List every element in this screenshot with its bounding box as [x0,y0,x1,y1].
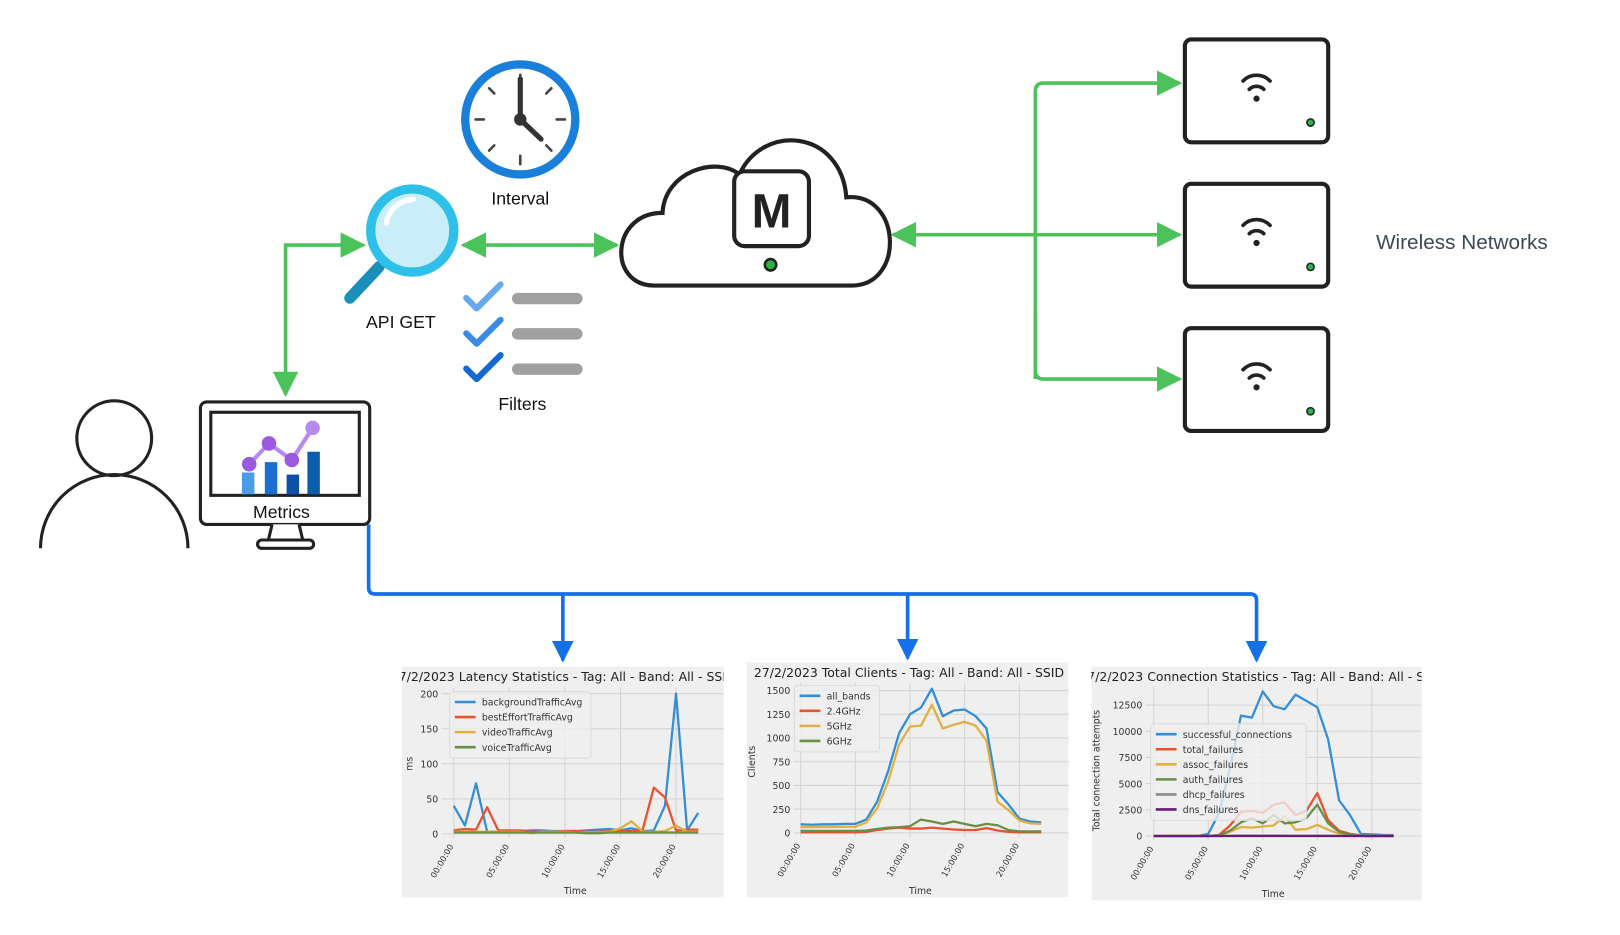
y-tick-label: 1500 [767,686,791,697]
chart-svg: 0 50 100 150 200 00:00:00 05:00:00 10:00:00 15:0… [404,687,724,897]
filter-checklist-icon [463,281,583,383]
legend-entry: dhcp_failures [1183,790,1245,801]
chart-title: 27/2/2023 Total Clients - Tag: All - Ban… [753,665,1065,681]
y-tick-label: 200 [420,689,438,700]
legend-entry: auth_failures [1183,775,1243,786]
y-tick-label: 0 [1136,832,1142,843]
clients-chart: 0 250 500 750 1000 1250 1500 00:00:00 05:00:00 10… [746,662,1069,898]
legend-entry: 5GHz [827,722,852,733]
y-tick-label: 150 [420,724,438,735]
x-tick-label: 05:00:00 [1183,844,1210,881]
x-tick-label: 10:00:00 [1237,844,1264,881]
x-tick-label: 00:00:00 [1128,844,1155,881]
y-tick-label: 750 [772,757,790,768]
latency-chart: 0 50 100 150 200 00:00:00 05:00:00 10:00:00 15:0… [401,666,724,898]
legend-entry: videoTrafficAvg [482,728,553,739]
user-icon [38,399,190,549]
clock-icon [461,60,580,179]
x-tick-label: 20:00:00 [1346,844,1373,881]
y-tick-label: 250 [772,805,790,816]
y-axis-label: Clients [747,746,758,778]
wireless-networks [1182,37,1331,434]
chart-svg: 0 250 500 750 1000 1250 1500 00:00:00 05:00:00 10… [747,683,1069,897]
x-axis-label: Time [1261,889,1285,900]
cloud-icon: M [619,138,892,288]
x-tick-label: 10:00:00 [539,842,566,879]
legend-entry: assoc_failures [1183,760,1248,771]
legend-entry: all_bands [827,691,871,702]
series-line-voicetrafficavg [453,831,699,835]
api-get-label: API GET [366,312,436,332]
legend-entry: successful_connections [1183,730,1292,741]
wireless-access-point-icon[interactable] [1182,181,1331,289]
chart-svg: 0 2500 5000 7500 10000 12500 00:00:00 05:00:00 1… [1092,687,1422,900]
interval-label: Interval [491,189,549,209]
y-tick-label: 1250 [767,710,791,721]
y-axis-label: Total connection attempts [1092,710,1103,833]
y-tick-label: 2500 [1119,805,1143,816]
legend-entry: total_failures [1183,745,1243,756]
x-axis-label: Time [908,886,932,897]
y-tick-label: 500 [772,781,790,792]
magnifier-icon [344,184,459,304]
y-tick-label: 50 [426,794,438,805]
x-tick-label: 15:00:00 [939,841,966,878]
status-led [1306,406,1315,416]
legend-entry: voiceTrafficAvg [482,743,552,754]
monitor-metrics-icon[interactable] [198,400,372,550]
y-tick-label: 10000 [1113,727,1143,738]
y-tick-label: 5000 [1119,779,1143,790]
metrics-label: Metrics [253,502,310,522]
legend-entry: bestEffortTrafficAvg [482,713,573,724]
y-tick-label: 0 [432,830,438,841]
x-tick-label: 10:00:00 [884,841,911,878]
y-tick-label: 0 [784,828,790,839]
status-led [1306,118,1315,127]
y-tick-label: 7500 [1119,753,1143,764]
legend-entry: 2.4GHz [827,706,861,717]
x-tick-label: 00:00:00 [775,841,802,878]
x-tick-label: 15:00:00 [1292,844,1319,881]
x-tick-label: 20:00:00 [994,841,1021,878]
y-tick-label: 100 [420,759,438,770]
x-tick-label: 05:00:00 [830,841,857,878]
wireless-networks-label: Wireless Networks [1376,231,1548,254]
chart-title: 7/2/2023 Latency Statistics - Tag: All -… [401,669,724,685]
wireless-access-point-icon[interactable] [1182,37,1331,145]
x-tick-label: 00:00:00 [428,842,455,879]
x-tick-label: 15:00:00 [595,842,622,879]
filters-label: Filters [498,394,546,414]
output-flow-connectors [366,524,1268,663]
cloud-logo: M [752,185,792,238]
connection-chart: 0 2500 5000 7500 10000 12500 00:00:00 05:00:00 1… [1091,666,1422,901]
architecture-diagram: Metrics API GET Interval Filters M Wirel… [0,0,1620,935]
status-led [1306,262,1315,272]
y-tick-label: 1000 [767,734,791,745]
metrics-to-api-arrow [272,232,367,398]
legend-entry: dns_failures [1183,805,1239,816]
chart-title: 7/2/2023 Connection Statistics - Tag: Al… [1091,669,1422,685]
legend-entry: backgroundTrafficAvg [482,698,583,709]
legend-entry: 6GHz [827,737,852,748]
y-axis-label: ms [404,757,415,771]
series-line-bestefforttrafficavg [453,786,699,833]
x-tick-label: 20:00:00 [650,842,677,879]
x-tick-label: 05:00:00 [484,842,511,879]
wireless-access-point-icon[interactable] [1182,326,1331,434]
y-tick-label: 12500 [1113,701,1143,712]
x-axis-label: Time [563,886,587,897]
